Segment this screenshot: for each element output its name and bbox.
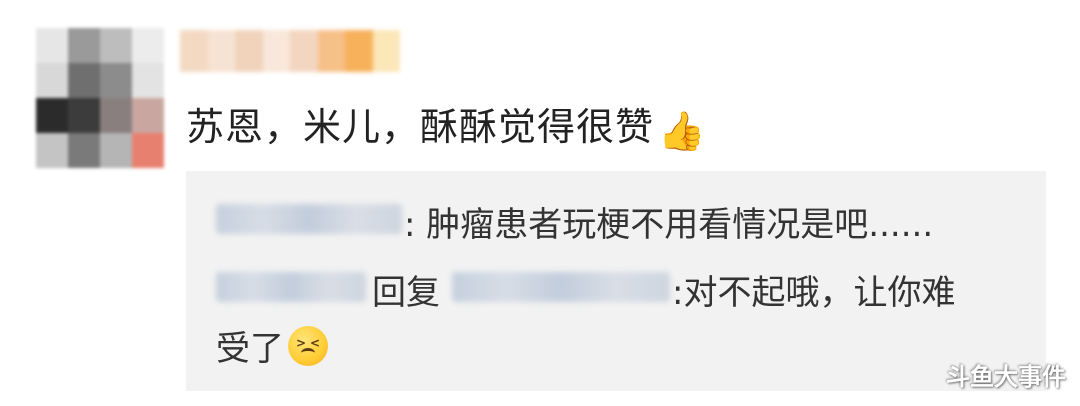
- username-mosaic[interactable]: [180, 30, 400, 72]
- reply-2-text-line2: 受了: [216, 329, 284, 369]
- reply-2-text-line1: 对不起哦，让你难: [683, 273, 956, 313]
- reply-2-content-line2: 受了 > <: [216, 321, 328, 370]
- reply-2-username-mosaic[interactable]: [216, 272, 366, 302]
- reply-1-content: : 肿瘤患者玩梗不用看情况是吧......: [404, 197, 933, 246]
- reply-2-reply-word: 回复: [372, 273, 440, 313]
- thumbs-up-icon: 👍: [658, 109, 707, 153]
- reply-2-separator: :: [672, 273, 684, 313]
- tired-face-icon: > <: [288, 326, 328, 366]
- watermark: 斗鱼大事件: [946, 363, 1066, 391]
- reply-1-separator: :: [404, 205, 416, 245]
- reply-1-text: 肿瘤患者玩梗不用看情况是吧......: [426, 205, 934, 245]
- comment-text: 苏恩，米儿，酥酥觉得很赞 👍: [186, 96, 706, 154]
- comment-body: 苏恩，米儿，酥酥觉得很赞: [186, 105, 655, 149]
- reply-2-target-username-mosaic[interactable]: [452, 272, 670, 302]
- reply-1-username-mosaic[interactable]: [216, 204, 402, 234]
- reply-2-content-line1: :对不起哦，让你难: [672, 265, 955, 314]
- user-avatar[interactable]: [36, 28, 164, 168]
- reply-thread[interactable]: : 肿瘤患者玩梗不用看情况是吧...... 回复 :对不起哦，让你难 受了 > <: [186, 171, 1046, 391]
